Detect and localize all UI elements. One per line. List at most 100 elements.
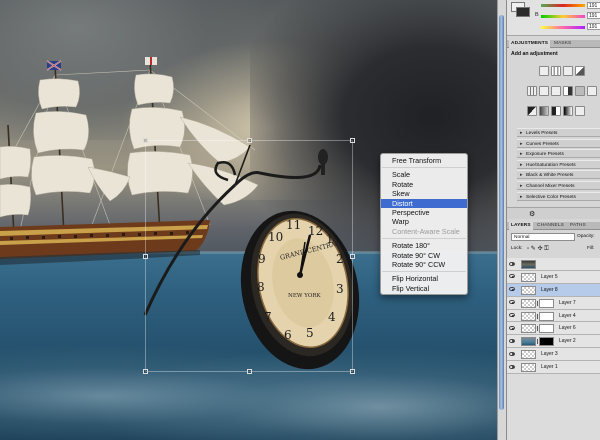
menu-item-warp[interactable]: Warp	[381, 217, 467, 226]
color-balance-icon[interactable]	[551, 86, 561, 96]
layer-row[interactable]: Layer 8	[507, 283, 600, 297]
blue-slider[interactable]	[541, 26, 585, 29]
layer-thumbnail	[521, 311, 536, 321]
menu-item-rotate[interactable]: Rotate	[381, 180, 467, 189]
layer-thumbnail	[521, 324, 536, 334]
tab-paths[interactable]: PATHS	[568, 222, 588, 230]
transform-handle[interactable]	[143, 254, 148, 259]
transform-handle[interactable]	[143, 369, 148, 374]
adjustments-tabbar: ADJUSTMENTS MASKS	[507, 40, 600, 48]
transform-context-menu: Free Transform Scale Rotate Skew Distort Pers…	[380, 153, 468, 295]
selective-color-icon[interactable]	[575, 106, 585, 116]
layer-mask-thumbnail[interactable]	[539, 311, 554, 321]
lock-label: Lock:	[511, 246, 523, 251]
document-canvas[interactable]: 12 1 2 3 4 5 6 7 8 9 10 11 GRAND CENTRAL…	[0, 0, 506, 440]
transform-handle[interactable]	[247, 138, 252, 143]
transform-handle[interactable]	[350, 369, 355, 374]
layer-row[interactable]: Layer 4	[507, 309, 600, 323]
panels-dock: 191 B 191 191 ADJUSTMENTS MASKS Add an a…	[506, 0, 600, 440]
layer-thumbnail	[521, 298, 536, 308]
green-slider[interactable]	[541, 15, 585, 18]
menu-separator	[381, 236, 467, 241]
eye-icon[interactable]	[509, 274, 515, 279]
lock-icons[interactable]: ▫ ✎ ✣ ⚿	[527, 245, 549, 253]
tab-masks[interactable]: MASKS	[552, 40, 573, 48]
preset-row[interactable]: Exposure Presets	[517, 149, 600, 159]
preset-row[interactable]: Channel Mixer Presets	[517, 181, 600, 191]
layer-mask-thumbnail[interactable]	[539, 337, 554, 347]
tab-layers[interactable]: LAYERS	[509, 222, 533, 230]
posterize-icon[interactable]	[539, 106, 549, 116]
layer-row[interactable]: Layer 2	[507, 335, 600, 349]
eye-icon[interactable]	[509, 364, 515, 369]
layer-row[interactable]: Layer 7	[507, 296, 600, 310]
hue-saturation-icon[interactable]	[539, 86, 549, 96]
red-value-field[interactable]: 191	[587, 2, 600, 9]
menu-item-rotate-90-cw[interactable]: Rotate 90° CW	[381, 251, 467, 260]
transform-handle[interactable]	[350, 138, 355, 143]
eye-icon[interactable]	[509, 325, 515, 330]
layer-row[interactable]: Layer 6	[507, 322, 600, 336]
preset-row[interactable]: Hue/Saturation Presets	[517, 159, 600, 170]
menu-item-content-aware-scale: Content-Aware Scale	[392, 226, 460, 236]
vibrance-icon[interactable]	[527, 86, 537, 96]
layer-row[interactable]: Layer 1	[507, 361, 600, 375]
threshold-icon[interactable]	[551, 106, 561, 116]
scrollbar-thumb[interactable]	[499, 15, 504, 410]
red-slider[interactable]	[541, 4, 585, 7]
menu-item-rotate-180[interactable]: Rotate 180°	[381, 241, 467, 250]
transform-bounding-box[interactable]	[143, 138, 355, 374]
tab-adjustments[interactable]: ADJUSTMENTS	[509, 40, 551, 48]
menu-item-distort[interactable]: Distort	[381, 198, 467, 208]
photo-filter-icon[interactable]	[575, 86, 585, 96]
layer-mask-thumbnail[interactable]	[539, 298, 554, 308]
menu-item-free-transform[interactable]: Free Transform	[381, 156, 467, 165]
black-white-icon[interactable]	[563, 86, 573, 96]
channel-mixer-icon[interactable]	[587, 86, 597, 96]
panel-options-icon[interactable]: ⚙	[529, 210, 535, 218]
menu-item-flip-vertical[interactable]: Flip Vertical	[381, 284, 467, 293]
eye-icon[interactable]	[509, 313, 515, 318]
menu-item-rotate-90-ccw[interactable]: Rotate 90° CCW	[381, 260, 467, 269]
blue-value-field[interactable]: 191	[587, 23, 600, 30]
tab-channels[interactable]: CHANNELS	[535, 222, 566, 230]
transform-handle[interactable]	[247, 369, 252, 374]
blend-mode-value: Normal	[514, 235, 530, 240]
blend-mode-select[interactable]: Normal	[511, 233, 575, 241]
layer-row[interactable]: Layer 3	[507, 348, 600, 362]
layer-mask-thumbnail[interactable]	[539, 324, 554, 334]
layer-name: Layer 5	[541, 273, 558, 280]
menu-item-skew[interactable]: Skew	[381, 189, 467, 198]
eye-icon[interactable]	[509, 300, 515, 305]
gradient-map-icon[interactable]	[563, 106, 573, 116]
brightness-contrast-icon[interactable]	[539, 66, 549, 76]
levels-icon[interactable]	[551, 66, 561, 76]
transform-handle[interactable]	[350, 254, 355, 259]
preset-row[interactable]: Curves Presets	[517, 138, 600, 149]
green-value-field[interactable]: 191	[587, 12, 600, 19]
color-panel: 191 B 191 191	[507, 0, 600, 36]
adjustments-footer: ⚙	[507, 207, 600, 219]
layer-name: Layer 7	[559, 299, 576, 306]
eye-icon[interactable]	[509, 338, 515, 343]
layers-tabbar: LAYERS CHANNELS PATHS	[507, 222, 600, 230]
preset-row[interactable]: Selective Color Presets	[517, 191, 600, 202]
layer-name: Layer 3	[541, 351, 558, 358]
exposure-icon[interactable]	[575, 66, 585, 76]
menu-item-flip-horizontal[interactable]: Flip Horizontal	[381, 274, 467, 283]
menu-item-scale[interactable]: Scale	[381, 170, 467, 179]
layer-thumbnail	[521, 350, 536, 360]
invert-icon[interactable]	[527, 106, 537, 116]
menu-item-perspective[interactable]: Perspective	[381, 208, 467, 217]
eye-icon[interactable]	[509, 261, 515, 266]
preset-row[interactable]: Levels Presets	[517, 128, 600, 138]
preset-row[interactable]: Black & White Presets	[517, 170, 600, 180]
transform-handle[interactable]	[143, 138, 148, 143]
layer-row[interactable]	[507, 258, 600, 271]
layer-thumbnail	[521, 337, 536, 347]
background-swatch[interactable]	[516, 7, 530, 17]
layer-row[interactable]: Layer 5	[507, 270, 600, 284]
eye-icon[interactable]	[509, 287, 515, 292]
curves-icon[interactable]	[563, 66, 573, 76]
eye-icon[interactable]	[509, 351, 515, 356]
